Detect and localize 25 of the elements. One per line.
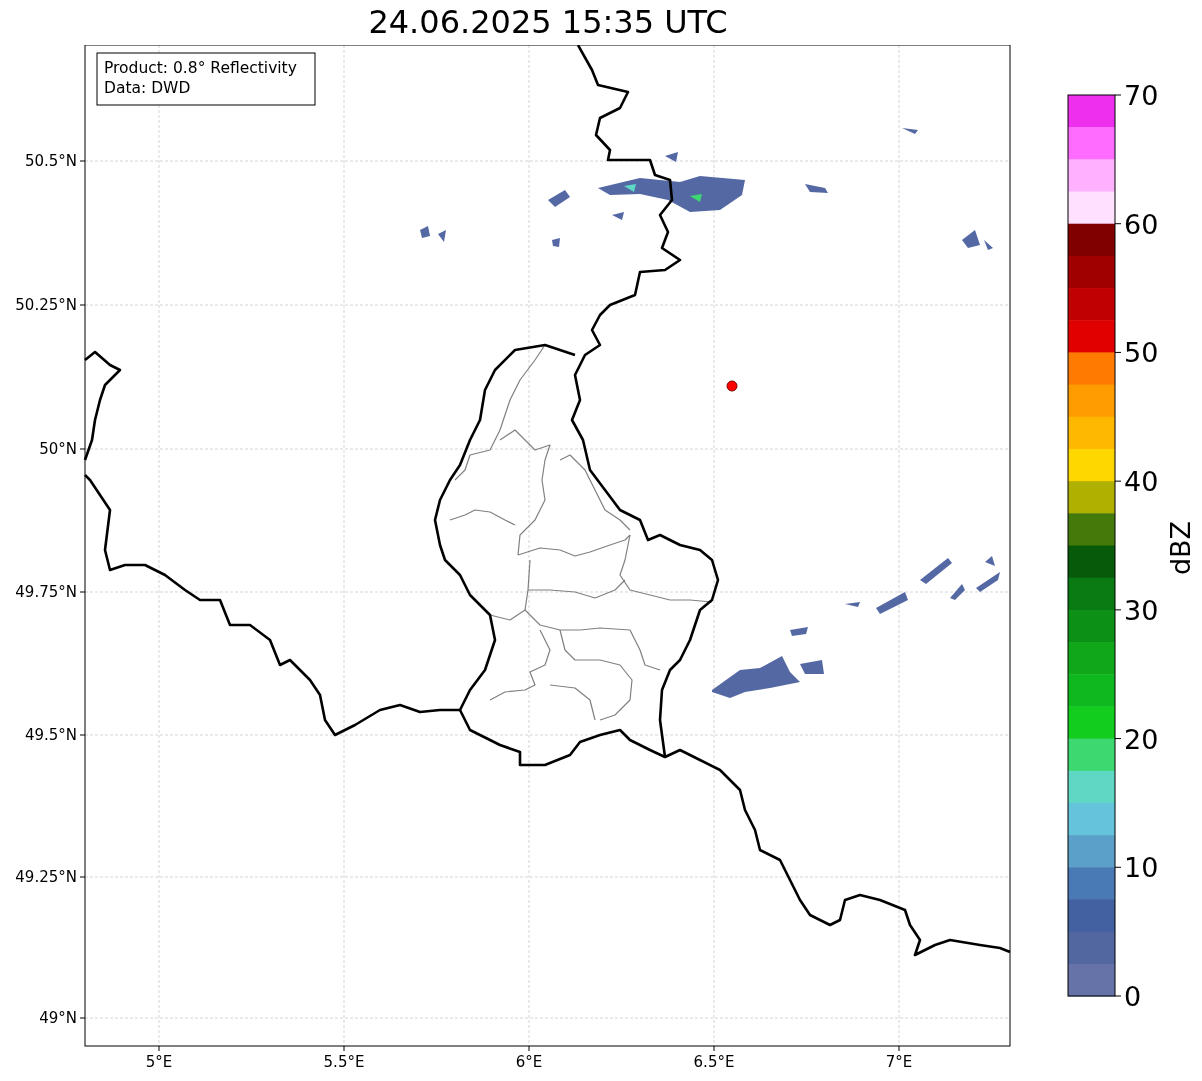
axis-tick-label: 6.5°E (693, 1053, 735, 1071)
colorbar-tick-label: 50 (1124, 337, 1159, 369)
axis-tick-label: 5°E (145, 1053, 173, 1071)
chart-title: 24.06.2025 15:35 UTC (368, 2, 728, 43)
colorbar-tick-label: 70 (1124, 80, 1159, 111)
colorbar-tick-label: 40 (1124, 466, 1159, 498)
axis-tick-label: 49.25°N (15, 868, 77, 886)
colorbar-tick-label: 10 (1124, 852, 1159, 884)
legend-text: Data: DWD (104, 79, 191, 97)
axis-tick-label: 5.5°E (323, 1053, 365, 1071)
legend-text: Product: 0.8° Reflectivity (104, 59, 297, 77)
colorbar-tick-label: 60 (1124, 208, 1159, 240)
axis-tick-label: 49.75°N (15, 583, 77, 601)
axis-tick-label: 49.5°N (24, 726, 77, 744)
axis-tick-label: 49°N (39, 1009, 77, 1027)
axis-tick-label: 50.25°N (15, 296, 77, 314)
axis-tick-label: 50.5°N (24, 152, 77, 170)
colorbar-tick-label: 20 (1124, 723, 1159, 755)
colorbar-label: dBZ (1165, 520, 1196, 576)
colorbar-tick-label: 30 (1124, 594, 1159, 626)
colorbar-tick-label: 0 (1124, 981, 1142, 1012)
axis-tick-label: 7°E (885, 1053, 913, 1071)
axis-tick-label: 50°N (39, 440, 77, 458)
axis-tick-label: 6°E (515, 1053, 543, 1071)
radar-site-marker (726, 380, 738, 392)
